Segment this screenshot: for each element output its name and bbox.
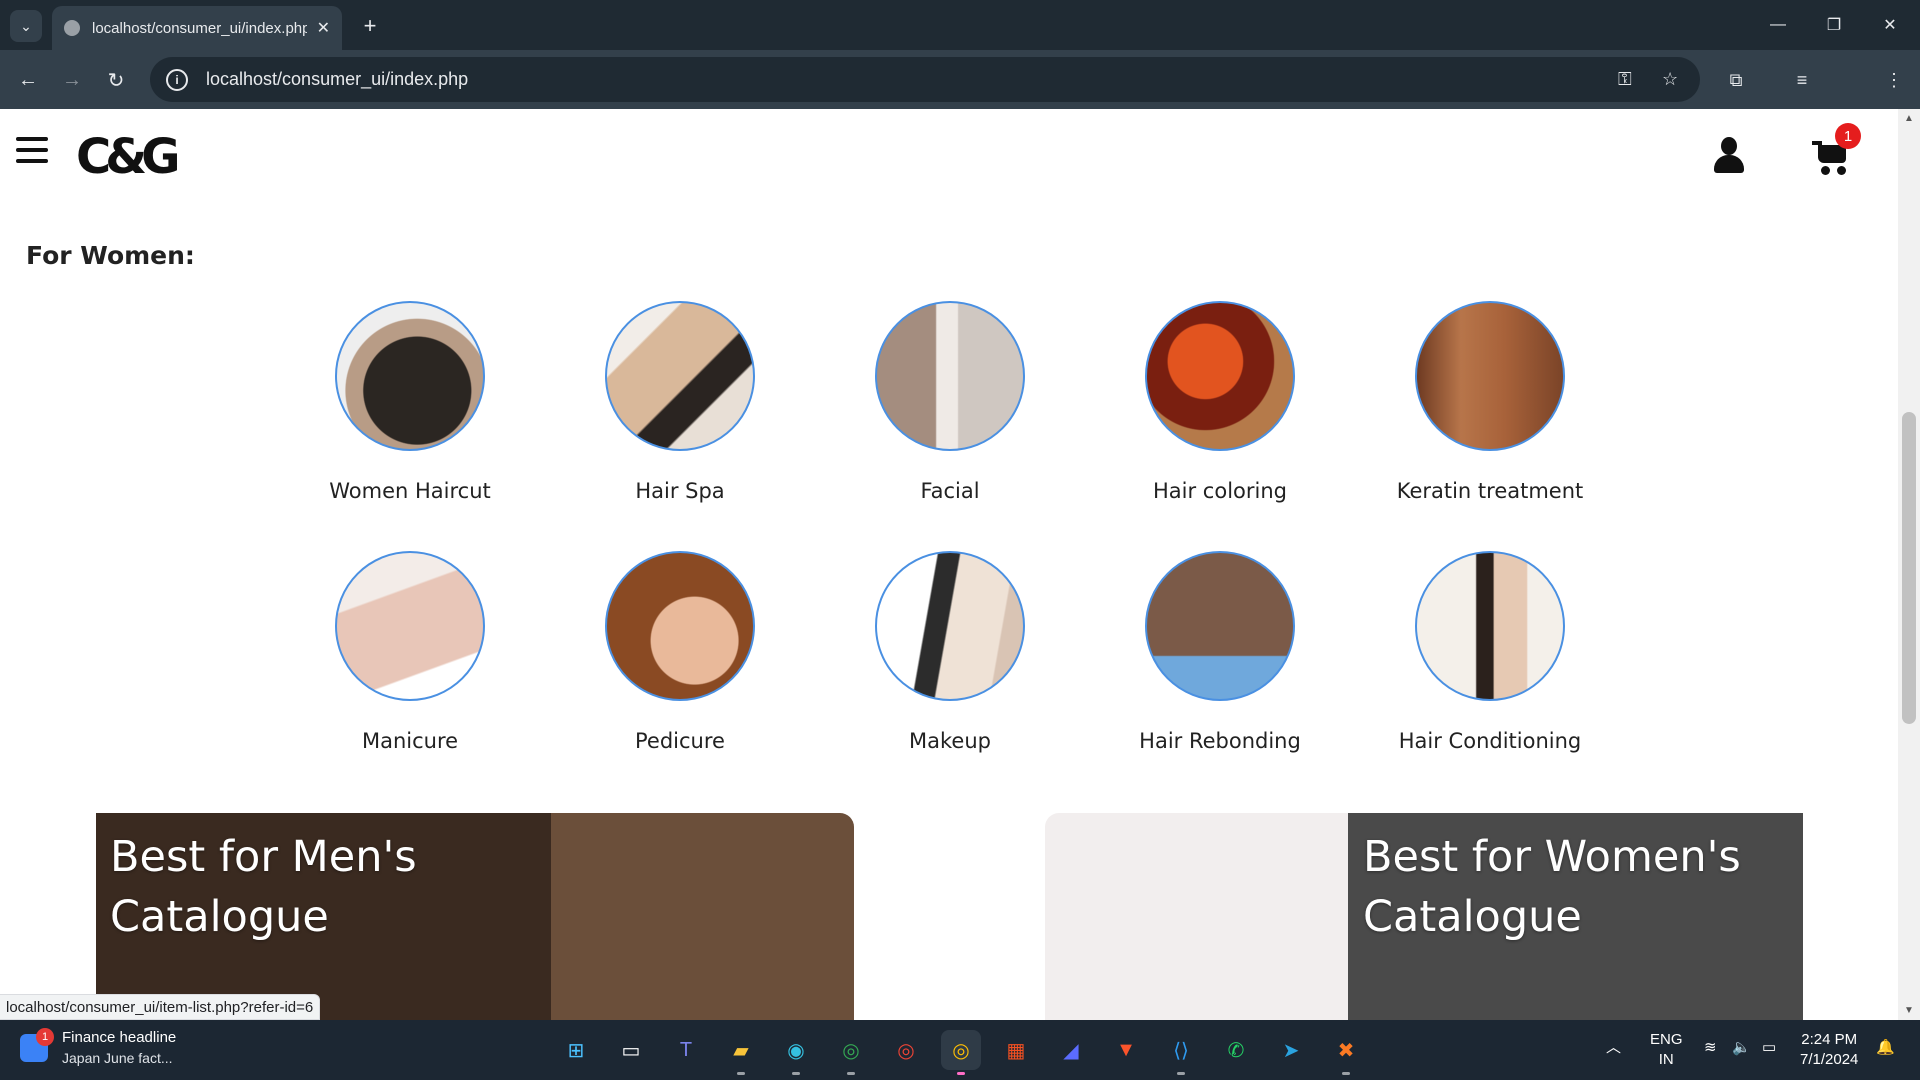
service-label: Hair coloring [1153, 479, 1287, 503]
banner-heading: Best for Women's Catalogue [1363, 832, 1741, 942]
service-hair-rebonding[interactable]: Hair Rebonding [1110, 551, 1330, 753]
service-hair-spa[interactable]: Hair Spa [570, 301, 790, 503]
user-account-icon[interactable] [1714, 137, 1744, 173]
file-explorer-icon[interactable]: ▰ [721, 1030, 761, 1075]
battery-icon[interactable]: ▭ [1762, 1038, 1776, 1058]
forward-button[interactable]: → [56, 64, 88, 96]
page-viewport: C&G 1 For Women: Women Haircut Hair Spa … [0, 109, 1920, 1020]
site-logo[interactable]: C&G [76, 129, 181, 185]
news-icon: 1 [20, 1028, 54, 1062]
womens-catalogue-banner[interactable]: Best for Women's Catalogue [1045, 813, 1803, 1020]
menu-kebab-icon[interactable]: ⋮ [1878, 64, 1910, 96]
service-label: Hair Rebonding [1139, 729, 1301, 753]
close-window-button[interactable]: ✕ [1862, 0, 1918, 50]
azure-data-icon[interactable]: ◢ [1051, 1030, 1091, 1070]
service-image [1415, 551, 1565, 701]
restore-button[interactable]: ❐ [1806, 0, 1862, 50]
scroll-down-arrow-icon[interactable]: ▼ [1904, 1005, 1914, 1016]
service-image [1145, 551, 1295, 701]
service-label: Women Haircut [329, 479, 491, 503]
browser-toolbar: ← → ↻ i localhost/consumer_ui/index.php … [0, 50, 1920, 141]
back-button[interactable]: ← [12, 64, 44, 96]
news-badge: 1 [36, 1028, 54, 1046]
link-status-bar: localhost/consumer_ui/item-list.php?refe… [0, 994, 321, 1020]
service-facial[interactable]: Facial [840, 301, 1060, 503]
xampp-icon[interactable]: ✖ [1326, 1030, 1366, 1075]
service-image [335, 551, 485, 701]
address-bar[interactable]: i localhost/consumer_ui/index.php [150, 57, 1700, 102]
service-image [605, 551, 755, 701]
service-label: Keratin treatment [1396, 479, 1584, 503]
wifi-icon[interactable]: ≋ [1704, 1038, 1717, 1058]
tab-title: localhost/consumer_ui/index.php [92, 19, 307, 37]
service-image [605, 301, 755, 451]
news-title: Finance headline [62, 1029, 177, 1046]
url-text: localhost/consumer_ui/index.php [206, 69, 469, 89]
media-control-icon[interactable]: ≡ [1786, 64, 1818, 96]
service-manicure[interactable]: Manicure [300, 551, 520, 753]
extensions-icon[interactable]: ⧉ [1720, 64, 1752, 96]
vertical-scrollbar[interactable]: ▲ ▼ [1898, 109, 1920, 1020]
browser-tab-active[interactable]: localhost/consumer_ui/index.php ✕ [52, 6, 342, 50]
clock[interactable]: 2:24 PM 7/1/2024 [1800, 1030, 1858, 1070]
service-hair-conditioning[interactable]: Hair Conditioning [1380, 551, 1600, 753]
teams-icon[interactable]: T [666, 1030, 706, 1070]
taskbar-apps: ⊞ ▭ T ▰ ◉ ◎ ◎ ◎ ▦ ◢ ▼ ⟨⟩ ✆ ➤ ✖ [556, 1030, 1381, 1075]
language-indicator[interactable]: ENG IN [1650, 1030, 1683, 1070]
chrome-active-icon[interactable]: ◎ [941, 1030, 981, 1075]
service-label: Facial [920, 479, 980, 503]
service-image [875, 301, 1025, 451]
hamburger-menu-icon[interactable] [16, 137, 48, 163]
service-label: Hair Spa [635, 479, 725, 503]
tab-search-button[interactable]: ⌄ [10, 10, 42, 42]
mens-catalogue-banner[interactable]: Best for Men's Catalogue [96, 813, 854, 1020]
bookmark-star-icon[interactable]: ☆ [1662, 57, 1678, 102]
service-label: Hair Conditioning [1398, 729, 1582, 753]
minimize-button[interactable]: — [1750, 0, 1806, 50]
service-hair-coloring[interactable]: Hair coloring [1110, 301, 1330, 503]
service-women-haircut[interactable]: Women Haircut [300, 301, 520, 503]
service-pedicure[interactable]: Pedicure [570, 551, 790, 753]
notification-bell-icon[interactable]: 🔔 [1876, 1038, 1895, 1058]
service-image [1145, 301, 1295, 451]
cart-count-badge: 1 [1835, 123, 1861, 149]
news-subtitle: Japan June fact... [62, 1050, 173, 1066]
start-windows-icon[interactable]: ⊞ [556, 1030, 596, 1070]
globe-icon [64, 20, 80, 36]
telegram-icon[interactable]: ➤ [1271, 1030, 1311, 1070]
brave-icon[interactable]: ▼ [1106, 1030, 1146, 1070]
close-tab-icon[interactable]: ✕ [317, 18, 330, 38]
chrome-profile-icon[interactable]: ◎ [886, 1030, 926, 1070]
new-tab-button[interactable]: + [354, 10, 386, 42]
service-label: Makeup [909, 729, 991, 753]
chrome-icon[interactable]: ◎ [831, 1030, 871, 1075]
windows-taskbar: 1 Finance headline Japan June fact... ⊞ … [0, 1020, 1920, 1080]
service-label: Pedicure [635, 729, 725, 753]
service-image [1415, 301, 1565, 451]
service-label: Manicure [361, 729, 459, 753]
service-image [335, 301, 485, 451]
store-icon[interactable]: ▦ [996, 1030, 1036, 1070]
whatsapp-icon[interactable]: ✆ [1216, 1030, 1256, 1070]
section-title: For Women: [26, 241, 195, 270]
service-makeup[interactable]: Makeup [840, 551, 1060, 753]
service-image [875, 551, 1025, 701]
show-hidden-icons[interactable]: ︿ [1606, 1038, 1621, 1058]
edge-icon[interactable]: ◉ [776, 1030, 816, 1075]
task-view-icon[interactable]: ▭ [611, 1030, 651, 1070]
banner-heading: Best for Men's Catalogue [110, 832, 417, 942]
scroll-up-arrow-icon[interactable]: ▲ [1904, 113, 1914, 124]
news-widget[interactable]: 1 Finance headline Japan June fact... [20, 1028, 176, 1068]
scroll-thumb[interactable] [1902, 412, 1916, 724]
site-info-icon[interactable]: i [166, 68, 188, 91]
service-keratin-treatment[interactable]: Keratin treatment [1380, 301, 1600, 503]
key-icon[interactable]: ⚿ [1618, 57, 1632, 102]
browser-tab-bar: ⌄ localhost/consumer_ui/index.php ✕ + — … [0, 0, 1920, 50]
volume-icon[interactable]: 🔈 [1732, 1038, 1751, 1058]
site-header: C&G 1 [0, 109, 1898, 199]
reload-button[interactable]: ↻ [100, 64, 132, 96]
vscode-icon[interactable]: ⟨⟩ [1161, 1030, 1201, 1075]
